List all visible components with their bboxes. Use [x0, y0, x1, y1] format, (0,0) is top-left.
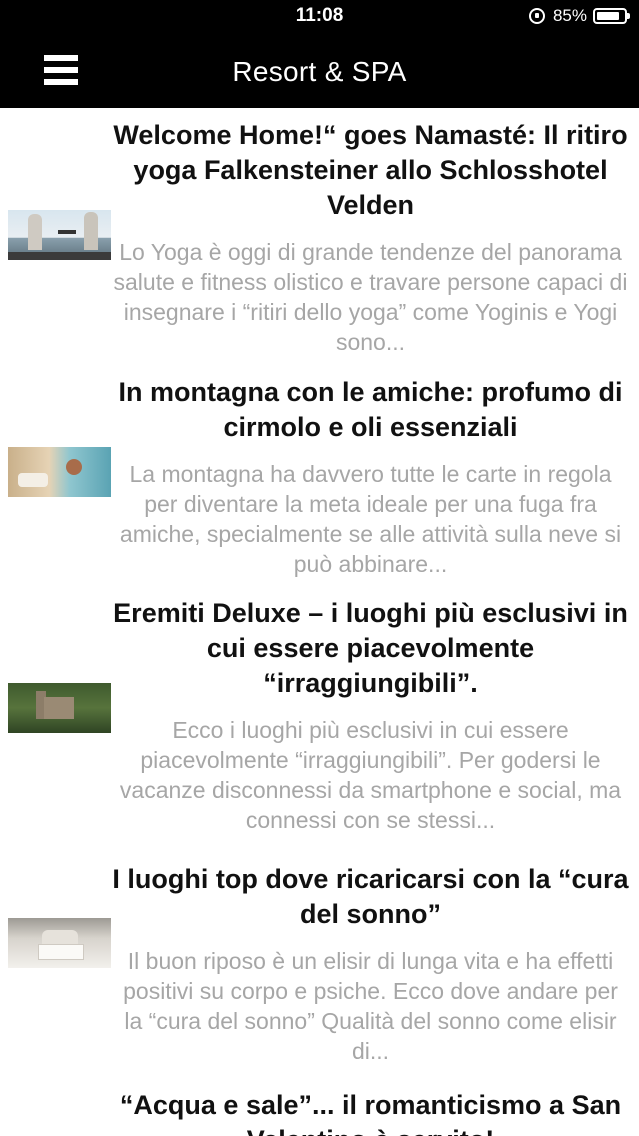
article-title: In montagna con le amiche: profumo di ci… [118, 377, 623, 442]
rotation-lock-icon [528, 8, 545, 24]
article-thumbnail [8, 447, 111, 497]
status-bar: 11:08 85% [0, 0, 639, 36]
article-thumbnail [8, 210, 111, 260]
article-item[interactable]: Welcome Home!“ goes Namasté: Il ritiro y… [0, 108, 639, 369]
article-thumbnail [8, 683, 111, 733]
article-thumbnail [8, 918, 111, 968]
article-title: “Acqua e sale”... il romanticismo a San … [119, 1090, 622, 1136]
article-item[interactable]: I luoghi top dove ricaricarsi con la “cu… [0, 848, 639, 1078]
article-title: Welcome Home!“ goes Namasté: Il ritiro y… [113, 120, 628, 220]
article-feed[interactable]: Welcome Home!“ goes Namasté: Il ritiro y… [0, 108, 639, 1136]
nav-bar: Resort & SPA [0, 36, 639, 108]
page-title: Resort & SPA [232, 56, 407, 87]
article-item[interactable]: “Acqua e sale”... il romanticismo a San … [0, 1078, 639, 1136]
article-excerpt: Ecco i luoghi più esclusivi in cui esser… [119, 717, 622, 833]
article-item[interactable]: Eremiti Deluxe – i luoghi più esclusivi … [0, 590, 639, 848]
status-right: 85% [528, 6, 630, 26]
battery-fill [597, 12, 619, 20]
battery-percent: 85% [552, 6, 587, 25]
battery-icon [593, 8, 630, 24]
article-item[interactable]: In montagna con le amiche: profumo di ci… [0, 369, 639, 590]
